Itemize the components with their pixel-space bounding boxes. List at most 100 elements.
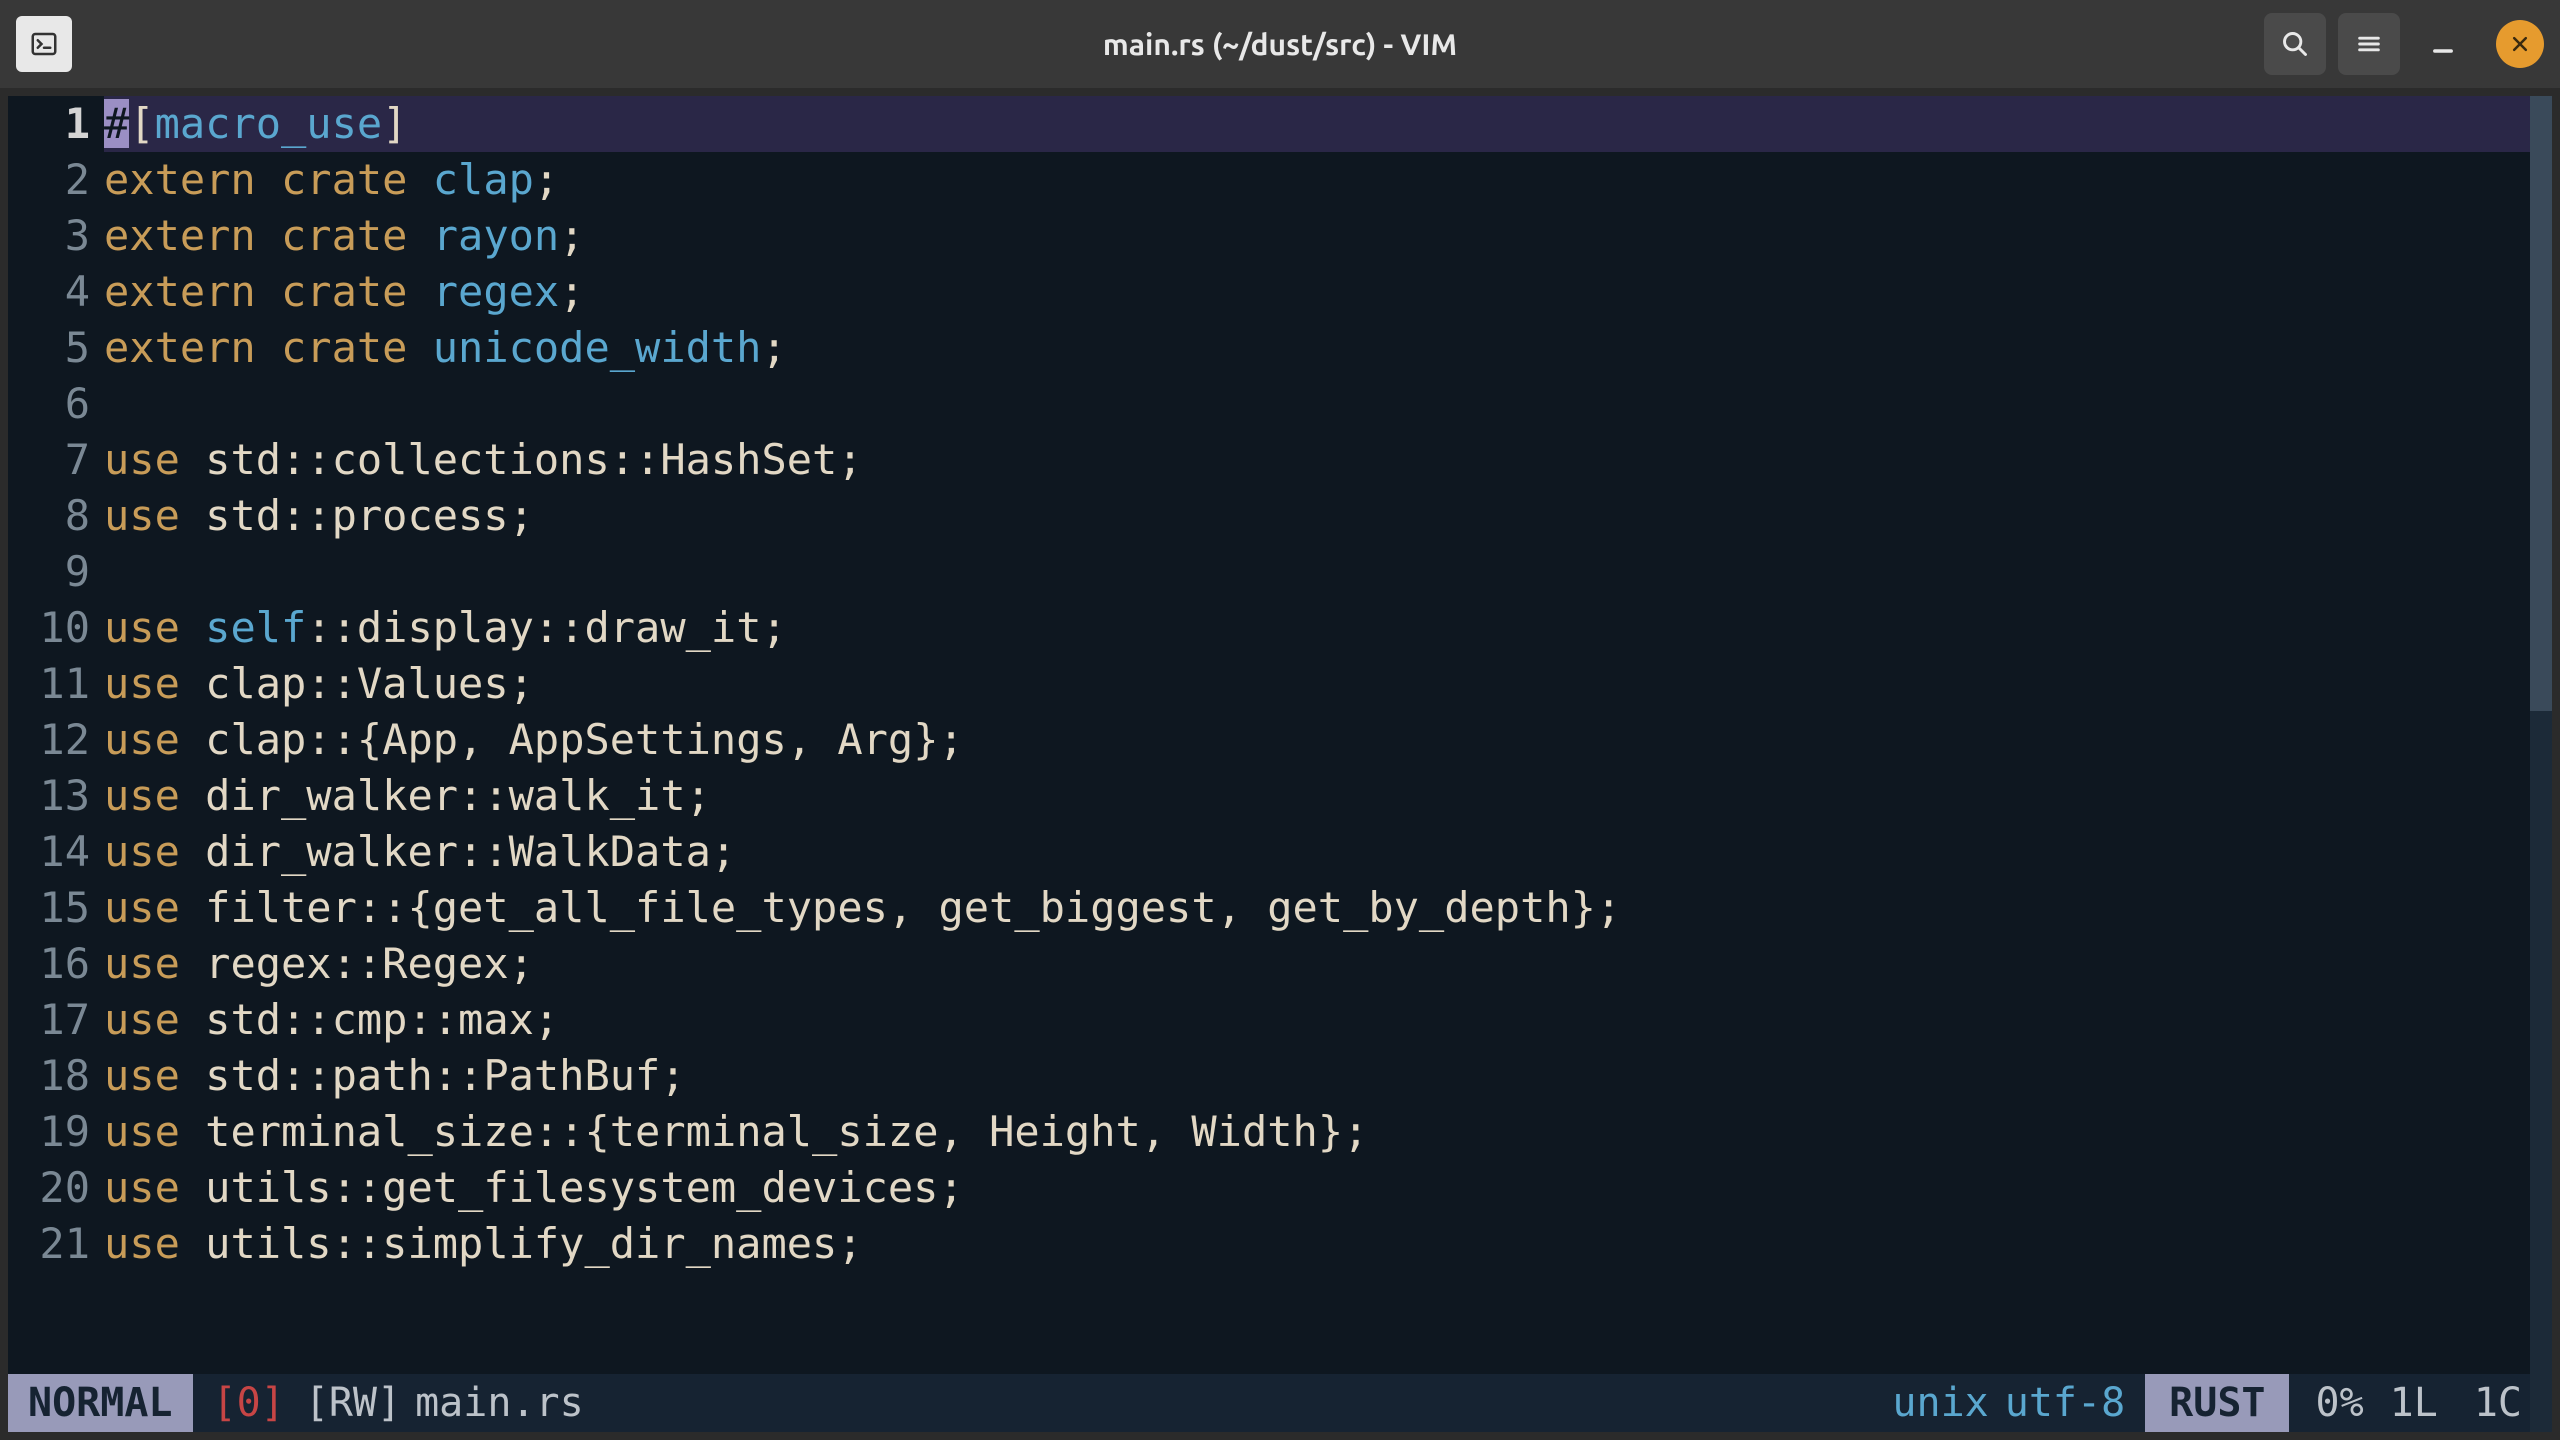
token: std	[205, 491, 281, 540]
status-readwrite: [RW]	[305, 1380, 415, 1426]
status-filename: main.rs	[415, 1380, 584, 1426]
token: extern	[104, 211, 256, 260]
token	[180, 715, 205, 764]
token: HashSet	[660, 435, 837, 484]
token: clap	[433, 155, 534, 204]
code-line[interactable]: extern crate unicode_width;	[104, 320, 2552, 376]
token: ,	[888, 883, 939, 932]
status-modified-count: [0]	[193, 1380, 305, 1426]
token	[180, 883, 205, 932]
token: clap	[205, 715, 306, 764]
token: use	[104, 1163, 180, 1212]
token: ;	[762, 603, 787, 652]
line-number: 21	[8, 1216, 90, 1272]
token: rayon	[433, 211, 559, 260]
hamburger-icon	[2355, 30, 2383, 58]
line-number: 4	[8, 264, 90, 320]
token: ;	[761, 323, 786, 372]
line-number: 19	[8, 1104, 90, 1160]
minimize-button[interactable]	[2412, 13, 2474, 75]
token: collections	[332, 435, 610, 484]
code-line[interactable]: use dir_walker::walk_it;	[104, 768, 2552, 824]
code-line[interactable]: use std::collections::HashSet;	[104, 432, 2552, 488]
line-number: 10	[8, 600, 90, 656]
scrollbar-thumb[interactable]	[2530, 96, 2552, 711]
code-line[interactable]: use filter::{get_all_file_types, get_big…	[104, 880, 2552, 936]
token: use	[104, 827, 180, 876]
token: AppSettings	[509, 715, 787, 764]
token: use	[104, 883, 180, 932]
code-line[interactable]: #[macro_use]	[104, 96, 2552, 152]
code-line[interactable]: use clap::Values;	[104, 656, 2552, 712]
scrollbar[interactable]	[2530, 96, 2552, 1432]
code-line[interactable]: use utils::get_filesystem_devices;	[104, 1160, 2552, 1216]
close-button[interactable]	[2496, 20, 2544, 68]
search-button[interactable]	[2264, 13, 2326, 75]
vim-window: main.rs (~/dust/src) - VIM 1234567891011…	[0, 0, 2560, 1440]
token: ::	[534, 1107, 585, 1156]
status-line: 1L	[2390, 1380, 2474, 1426]
token: ;	[509, 659, 534, 708]
line-number: 14	[8, 824, 90, 880]
token: ;	[534, 155, 559, 204]
titlebar: main.rs (~/dust/src) - VIM	[0, 0, 2560, 88]
titlebar-controls	[2264, 13, 2544, 75]
line-number-gutter: 123456789101112131415161718192021	[8, 96, 104, 1374]
close-icon	[2510, 34, 2530, 54]
token: utils	[205, 1163, 331, 1212]
code-line[interactable]: extern crate clap;	[104, 152, 2552, 208]
code-line[interactable]: use std::cmp::max;	[104, 992, 2552, 1048]
token: {	[357, 715, 382, 764]
code-line[interactable]	[104, 544, 2552, 600]
token	[180, 659, 205, 708]
line-number: 3	[8, 208, 90, 264]
menu-button[interactable]	[2338, 13, 2400, 75]
token: get_by_depth	[1267, 883, 1570, 932]
token: ::	[458, 827, 509, 876]
code-line[interactable]: use std::process;	[104, 488, 2552, 544]
token: display	[357, 603, 534, 652]
token: std	[205, 1051, 281, 1100]
token: ::	[357, 883, 408, 932]
code-line[interactable]: use std::path::PathBuf;	[104, 1048, 2552, 1104]
token	[407, 211, 432, 260]
code-area[interactable]: 123456789101112131415161718192021 #[macr…	[8, 96, 2552, 1374]
token: ;	[837, 435, 862, 484]
token: extern	[104, 267, 256, 316]
code-line[interactable]: extern crate regex;	[104, 264, 2552, 320]
token: Arg	[837, 715, 913, 764]
token: ::	[306, 715, 357, 764]
token: }	[1571, 883, 1596, 932]
editor[interactable]: 123456789101112131415161718192021 #[macr…	[8, 96, 2552, 1432]
token: ,	[939, 1107, 990, 1156]
token: ::	[332, 939, 383, 988]
code-line[interactable]	[104, 376, 2552, 432]
token: process	[332, 491, 509, 540]
code-line[interactable]: use utils::simplify_dir_names;	[104, 1216, 2552, 1272]
app-icon[interactable]	[16, 16, 72, 72]
line-number: 13	[8, 768, 90, 824]
code-line[interactable]: use dir_walker::WalkData;	[104, 824, 2552, 880]
token: WalkData	[509, 827, 711, 876]
token: ::	[332, 1163, 383, 1212]
minimize-icon	[2429, 30, 2457, 58]
code-line[interactable]: use clap::{App, AppSettings, Arg};	[104, 712, 2552, 768]
token: use	[104, 771, 180, 820]
token	[256, 211, 281, 260]
code-line[interactable]: extern crate rayon;	[104, 208, 2552, 264]
token: ::	[281, 435, 332, 484]
token: Values	[357, 659, 509, 708]
code-line[interactable]: use self::display::draw_it;	[104, 600, 2552, 656]
token: dir_walker	[205, 827, 458, 876]
token: regex	[433, 267, 559, 316]
code-line[interactable]: use terminal_size::{terminal_size, Heigh…	[104, 1104, 2552, 1160]
token: Height	[989, 1107, 1141, 1156]
token: ::	[281, 995, 332, 1044]
editor-container: 123456789101112131415161718192021 #[macr…	[0, 88, 2560, 1440]
code-line[interactable]: use regex::Regex;	[104, 936, 2552, 992]
token: PathBuf	[483, 1051, 660, 1100]
code-content[interactable]: #[macro_use]extern crate clap;extern cra…	[104, 96, 2552, 1374]
token: ;	[559, 211, 584, 260]
token: get_all_file_types	[433, 883, 888, 932]
token: walk_it	[509, 771, 686, 820]
